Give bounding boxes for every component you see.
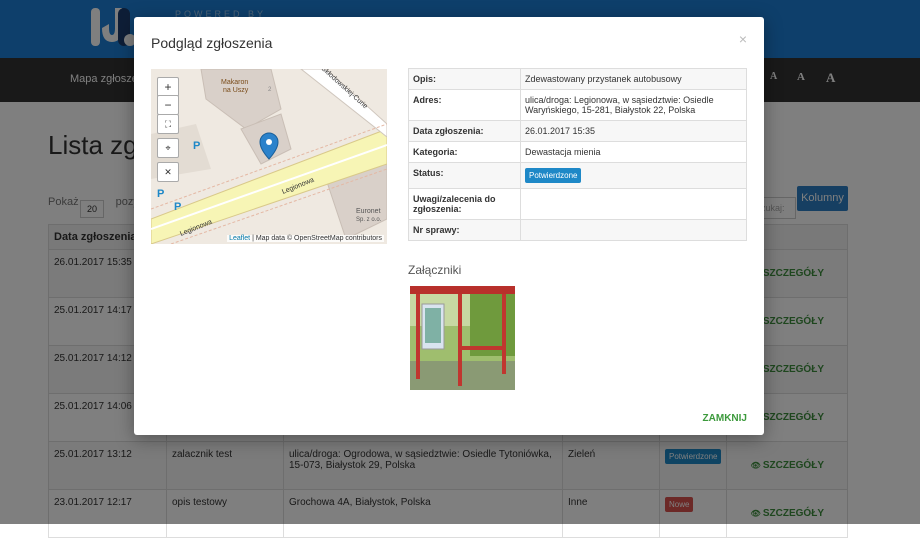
zoom-in-button[interactable]: + [157,77,179,97]
detail-value: ulica/droga: Legionowa, w sąsiedztwie: O… [520,89,747,121]
detail-value: 26.01.2017 15:35 [520,120,747,142]
report-details-table: Opis: Zdewastowany przystanek autobusowy A… [408,68,747,241]
detail-label: Opis: [408,68,521,90]
detail-value: Potwierdzone [520,162,747,189]
zoom-out-button[interactable]: − [157,95,179,115]
map-parking-label: P [157,188,164,200]
detail-value [520,188,747,220]
detail-label: Data zgłoszenia: [408,120,521,142]
detail-value: Dewastacja mienia [520,141,747,163]
map-label-shop: Sp. z o.o. [356,217,382,223]
close-icon[interactable]: × [739,31,747,47]
detail-value: Zdewastowany przystanek autobusowy [520,68,747,90]
detail-row: Kategoria: Dewastacja mienia [408,141,747,163]
leaflet-link[interactable]: Leaflet [229,235,250,242]
detail-label: Uwagi/zalecenia do zgłoszenia: [408,188,521,220]
detail-row: Data zgłoszenia: 26.01.2017 15:35 [408,120,747,142]
close-button[interactable]: ZAMKNIJ [703,413,747,424]
map-attribution: Leaflet | Map data © OpenStreetMap contr… [227,235,384,242]
report-map[interactable]: Makaron na Uszy 2 Legionowa Legionowa Sk… [151,69,387,244]
detail-label: Kategoria: [408,141,521,163]
map-label-place: Makaron [221,79,248,86]
detail-label: Nr sprawy: [408,219,521,241]
detail-row: Opis: Zdewastowany przystanek autobusowy [408,68,747,90]
attribution-text: | Map data © OpenStreetMap contributors [252,235,382,242]
detail-row: Uwagi/zalecenia do zgłoszenia: [408,188,747,220]
fullscreen-icon[interactable]: ⛶ [157,114,179,134]
reset-view-icon[interactable]: ✕ [157,162,179,182]
modal-title: Podgląd zgłoszenia [151,35,273,51]
detail-label: Status: [408,162,521,189]
map-parking-label: P [174,201,181,213]
locate-icon[interactable]: ⌖ [157,138,179,158]
detail-row: Status: Potwierdzone [408,162,747,189]
attachment-thumbnail[interactable] [410,286,515,390]
map-label-place: na Uszy [223,87,249,94]
detail-value [520,219,747,241]
detail-row: Nr sprawy: [408,219,747,241]
map-label-shop: Euronet [356,208,381,215]
status-badge: Potwierdzone [525,168,582,183]
attachments-title: Załączniki [408,263,462,277]
detail-label: Adres: [408,89,521,121]
map-parking-label: P [193,140,200,152]
detail-row: Adres: ulica/droga: Legionowa, w sąsiedzt… [408,89,747,121]
report-preview-modal: Podgląd zgłoszenia × Makaron na Uszy 2 L… [134,17,764,435]
